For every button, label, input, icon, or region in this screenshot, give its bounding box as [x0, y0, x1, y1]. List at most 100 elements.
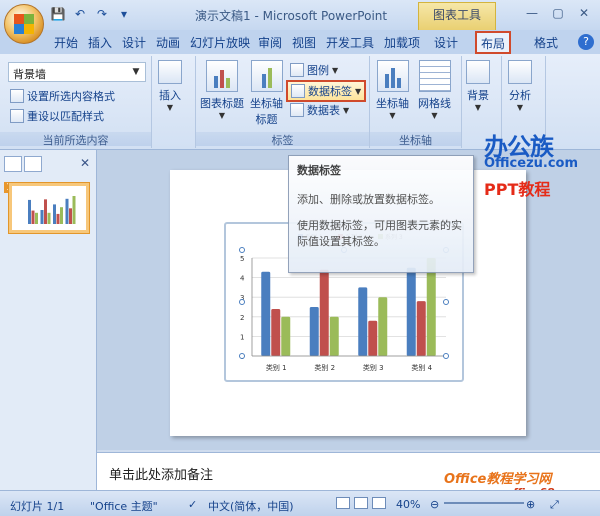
tab-layout[interactable]: 布局	[475, 31, 512, 54]
watermark-url: Officezu.com	[484, 156, 579, 171]
thumb-bar	[40, 210, 44, 224]
gridlines-button[interactable]: 网格线 ▼	[418, 60, 451, 120]
data-table-button[interactable]: 数据表 ▼	[290, 102, 349, 118]
zoom-level[interactable]: 40%	[396, 498, 420, 511]
insert-label: 插入	[159, 89, 181, 102]
bar	[416, 301, 426, 356]
axis-title-icon	[250, 60, 283, 92]
maximize-button[interactable]: ▢	[546, 4, 570, 22]
spell-check-icon[interactable]: ✓	[188, 498, 197, 511]
x-tick-label: 类别 4	[411, 363, 432, 372]
close-icon[interactable]: ✕	[80, 156, 90, 170]
axis-title-label-2: 标题	[255, 113, 278, 126]
bar	[406, 267, 416, 356]
chart-title-icon	[206, 60, 238, 92]
format-selection-button[interactable]: 设置所选内容格式	[10, 88, 115, 104]
help-icon[interactable]: ?	[578, 34, 594, 50]
slide-sorter-icon[interactable]	[354, 497, 368, 509]
thumb-bar	[35, 212, 38, 224]
bottom-watermark: Office教程学习网	[444, 472, 552, 487]
slide-thumbnail[interactable]	[8, 182, 90, 234]
data-table-icon	[290, 103, 304, 117]
axes-button[interactable]: 坐标轴 ▼	[376, 60, 409, 120]
fit-slide-icon[interactable]: ⤢	[550, 498, 559, 512]
minimize-button[interactable]: —	[520, 4, 544, 22]
tab-chart-design[interactable]: 设计	[434, 34, 458, 51]
insert-button[interactable]: 插入 ▼	[158, 60, 182, 112]
analysis-button[interactable]: 分析 ▼	[508, 60, 532, 112]
group-labels: 图表标题 ▼ 坐标轴 标题 图例 ▼ 数据标签 ▼ 数据表 ▼ 标签	[196, 56, 370, 148]
selection-handle	[239, 247, 245, 253]
zoom-in-icon[interactable]: ⊕	[526, 498, 535, 511]
panel-tabs	[4, 156, 42, 172]
close-button[interactable]: ✕	[572, 4, 596, 22]
gridlines-label: 网格线	[418, 97, 451, 110]
chevron-down-icon: ▼	[332, 65, 339, 75]
bar	[319, 269, 329, 356]
notes-placeholder: 单击此处添加备注	[109, 468, 214, 483]
customize-qat-icon[interactable]: ▾	[116, 6, 132, 22]
bar	[368, 320, 378, 356]
title-bar: 💾 ↶ ↷ ▾ 演示文稿1 - Microsoft PowerPoint 图表工…	[0, 0, 600, 30]
y-tick-label: 1	[240, 333, 244, 341]
zoom-slider[interactable]	[444, 502, 524, 504]
data-labels-label: 数据标签	[308, 85, 352, 98]
status-slide: 幻灯片 1/1	[10, 500, 65, 513]
group-axes: 坐标轴 ▼ 网格线 ▼ 坐标轴	[370, 56, 462, 148]
data-labels-tooltip: 数据标签 添加、删除或放置数据标签。 使用数据标签，可用图表元素的实际值设置其标…	[288, 155, 474, 273]
analysis-label: 分析	[509, 89, 531, 102]
thumb-bar	[56, 213, 60, 224]
axis-title-label-1: 坐标轴	[250, 97, 283, 110]
axis-title-button[interactable]: 坐标轴 标题	[250, 60, 283, 127]
thumb-bar	[60, 207, 63, 224]
selection-handle	[239, 353, 245, 359]
chevron-down-icon: ▼	[431, 111, 438, 120]
bar	[261, 271, 271, 356]
x-tick-label: 类别 2	[314, 363, 335, 372]
tab-home[interactable]: 开始	[54, 34, 78, 51]
tab-view[interactable]: 视图	[292, 34, 316, 51]
reset-style-label: 重设以匹配样式	[27, 110, 104, 123]
tab-review[interactable]: 审阅	[258, 34, 282, 51]
legend-button[interactable]: 图例 ▼	[290, 62, 338, 78]
status-language: 中文(简体，中国)	[208, 500, 294, 513]
redo-icon[interactable]: ↷	[94, 6, 110, 22]
chevron-down-icon: ▼	[516, 103, 524, 112]
group-insert: 插入 ▼	[152, 56, 196, 148]
group-current-selection: 背景墙 ▼ 设置所选内容格式 重设以匹配样式 当前所选内容	[0, 56, 152, 148]
office-button[interactable]	[4, 4, 44, 44]
tooltip-detail: 使用数据标签，可用图表元素的实际值设置其标签。	[297, 219, 462, 248]
tab-insert[interactable]: 插入	[88, 34, 112, 51]
background-button[interactable]: 背景 ▼	[466, 60, 490, 112]
legend-label: 图例	[307, 64, 329, 77]
thumb-bar	[31, 210, 35, 224]
slideshow-view-icon[interactable]	[372, 497, 386, 509]
zoom-out-icon[interactable]: ⊖	[430, 498, 439, 511]
tooltip-body: 添加、删除或放置数据标签。	[297, 193, 440, 206]
tab-design[interactable]: 设计	[122, 34, 146, 51]
insert-shape-icon	[158, 60, 182, 84]
normal-view-icon[interactable]	[336, 497, 350, 509]
chart-title-button[interactable]: 图表标题 ▼	[200, 60, 244, 120]
tab-developer[interactable]: 开发工具	[326, 34, 374, 51]
tab-animations[interactable]: 动画	[156, 34, 180, 51]
y-tick-label: 2	[240, 314, 244, 322]
save-icon[interactable]: 💾	[50, 6, 66, 22]
thumb-bar	[72, 196, 76, 224]
quick-access-toolbar: 💾 ↶ ↷ ▾	[50, 6, 132, 22]
outline-tab-icon[interactable]	[24, 156, 42, 172]
gridlines-icon	[418, 60, 451, 92]
group-label-labels: 标签	[196, 132, 369, 147]
tab-slideshow[interactable]: 幻灯片放映	[190, 34, 250, 51]
slides-tab-icon[interactable]	[4, 156, 22, 172]
legend-icon	[290, 63, 304, 77]
bar	[281, 316, 291, 356]
reset-style-button[interactable]: 重设以匹配样式	[10, 108, 104, 124]
watermark-ppt: PPT教程	[484, 180, 551, 199]
chart-element-dropdown[interactable]: 背景墙 ▼	[8, 62, 146, 82]
tab-format[interactable]: 格式	[534, 34, 558, 51]
data-labels-button[interactable]: 数据标签 ▼	[286, 80, 367, 102]
tab-addins[interactable]: 加载项	[384, 34, 420, 51]
bar	[358, 287, 368, 356]
undo-icon[interactable]: ↶	[72, 6, 88, 22]
